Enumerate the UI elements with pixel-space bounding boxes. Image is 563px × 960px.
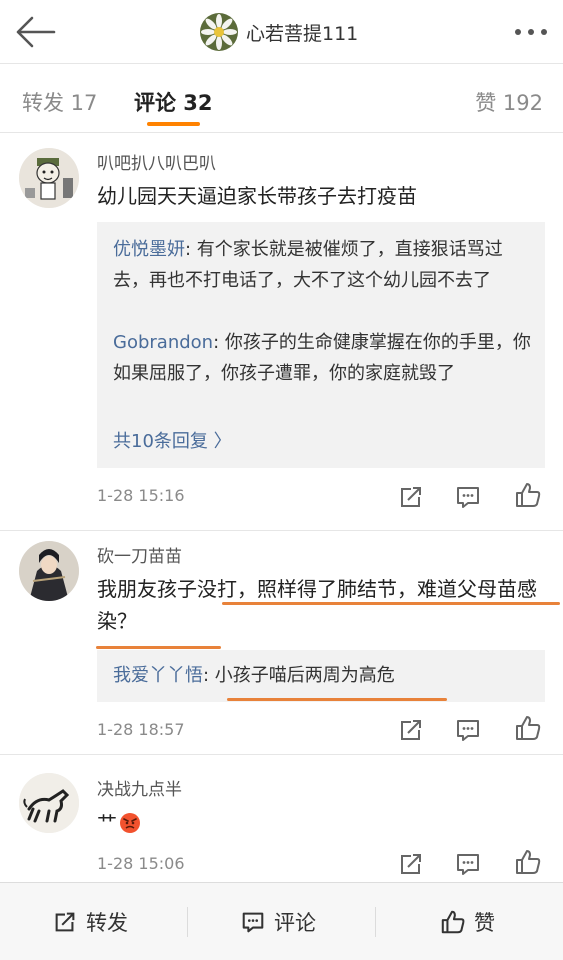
- back-button[interactable]: [14, 14, 56, 50]
- comment-text: 我朋友孩子没打，照样得了肺结节，难道父母苗感染？: [97, 577, 537, 633]
- comment-item: 砍一刀苗苗 我朋友孩子没打，照样得了肺结节，难道父母苗感染？ 我爱丫丫悟: 小孩…: [0, 531, 563, 754]
- like-bottom-button[interactable]: 赞: [440, 907, 495, 937]
- author-name[interactable]: 心若菩提111: [246, 19, 358, 46]
- comment-icon: [457, 720, 479, 741]
- flower-icon: [200, 13, 238, 51]
- comment-label: 评论: [274, 911, 316, 935]
- avatar[interactable]: [19, 773, 79, 833]
- author-info[interactable]: 心若菩提111: [200, 12, 358, 52]
- highlight-underline: [227, 698, 447, 701]
- comment-item: 决战九点半 艹 1-28 15:06: [0, 755, 563, 881]
- share-icon: [401, 720, 421, 740]
- reply-item: Gobrandon: 你孩子的生命健康掌握在你的手里，你如果屈服了，你孩子遭罪，…: [113, 327, 531, 389]
- thumbs-up-icon: [516, 716, 541, 740]
- tab-likes[interactable]: 赞 192: [475, 87, 543, 117]
- avatar[interactable]: [19, 148, 79, 208]
- reply-button[interactable]: [454, 483, 482, 511]
- active-tab-indicator: [147, 122, 200, 126]
- angry-face-emoji: [120, 813, 140, 833]
- comment-icon: [457, 854, 479, 875]
- comment-icon: [242, 912, 264, 933]
- share-icon: [401, 487, 421, 507]
- share-button[interactable]: [397, 716, 425, 744]
- like-label: 赞: [474, 911, 495, 935]
- reply-text: : 小孩子喵后两周为高危: [203, 665, 395, 686]
- reply-button[interactable]: [454, 716, 482, 744]
- like-button[interactable]: [514, 481, 542, 509]
- comment-time: 1-28 15:06: [97, 854, 185, 873]
- arrow-left-icon: [16, 16, 56, 48]
- comment-icon: [457, 487, 479, 508]
- horse-painting-avatar-icon: [19, 773, 79, 833]
- share-icon: [401, 854, 421, 874]
- more-button[interactable]: [513, 22, 549, 42]
- highlight-underline: [96, 646, 221, 649]
- repost-button[interactable]: 转发: [52, 907, 128, 937]
- reply-username[interactable]: Gobrandon: [113, 332, 213, 353]
- comment-text: 艹: [97, 807, 547, 839]
- comment-username[interactable]: 决战九点半: [97, 775, 182, 800]
- more-replies-link[interactable]: 共10条回复 〉: [113, 427, 232, 453]
- repost-label: 转发: [86, 911, 128, 935]
- thumbs-up-icon: [516, 850, 541, 874]
- divider: [187, 907, 188, 937]
- share-icon: [55, 912, 75, 932]
- reply-item: 优悦墨妍: 有个家长就是被催烦了，直接狠话骂过去，再也不打电话了，大不了这个幼儿…: [113, 234, 531, 296]
- reply-username[interactable]: 我爱丫丫悟: [113, 665, 203, 686]
- comment-username[interactable]: 砍一刀苗苗: [97, 542, 182, 567]
- top-navigation-bar: 心若菩提111: [0, 0, 563, 64]
- author-avatar[interactable]: [200, 13, 238, 51]
- tab-bar: 转发 17 评论 32 赞 192: [0, 65, 563, 133]
- comment-time: 1-28 18:57: [97, 720, 185, 739]
- reply-button[interactable]: [454, 850, 482, 878]
- like-button[interactable]: [514, 714, 542, 742]
- character-avatar-icon: [19, 541, 79, 601]
- avatar[interactable]: [19, 541, 79, 601]
- divider: [375, 907, 376, 937]
- highlight-underline: [222, 602, 560, 605]
- tab-comments[interactable]: 评论 32: [134, 87, 213, 117]
- share-button[interactable]: [397, 850, 425, 878]
- like-button[interactable]: [514, 848, 542, 876]
- comment-username[interactable]: 叭吧扒八叭巴叭: [97, 149, 216, 174]
- tab-repost[interactable]: 转发 17: [22, 87, 97, 117]
- thumbs-up-icon: [441, 910, 465, 934]
- more-dots-icon: [515, 29, 547, 35]
- comment-button[interactable]: 评论: [240, 907, 316, 937]
- share-button[interactable]: [397, 483, 425, 511]
- bottom-action-bar: 转发 评论 赞: [0, 882, 563, 960]
- comment-text: 幼儿园天天逼迫家长带孩子去打疫苗: [97, 184, 417, 208]
- comment-time: 1-28 15:16: [97, 486, 185, 505]
- comment-item: 叭吧扒八叭巴叭 幼儿园天天逼迫家长带孩子去打疫苗 优悦墨妍: 有个家长就是被催烦…: [0, 134, 563, 530]
- reply-item: 我爱丫丫悟: 小孩子喵后两周为高危: [113, 660, 531, 691]
- replies-box[interactable]: 我爱丫丫悟: 小孩子喵后两周为高危: [97, 650, 545, 702]
- comment-text-content: 艹: [97, 811, 117, 835]
- replies-box[interactable]: 优悦墨妍: 有个家长就是被催烦了，直接狠话骂过去，再也不打电话了，大不了这个幼儿…: [97, 222, 545, 468]
- reply-username[interactable]: 优悦墨妍: [113, 239, 185, 260]
- cartoon-avatar-icon: [19, 148, 79, 208]
- thumbs-up-icon: [516, 483, 541, 507]
